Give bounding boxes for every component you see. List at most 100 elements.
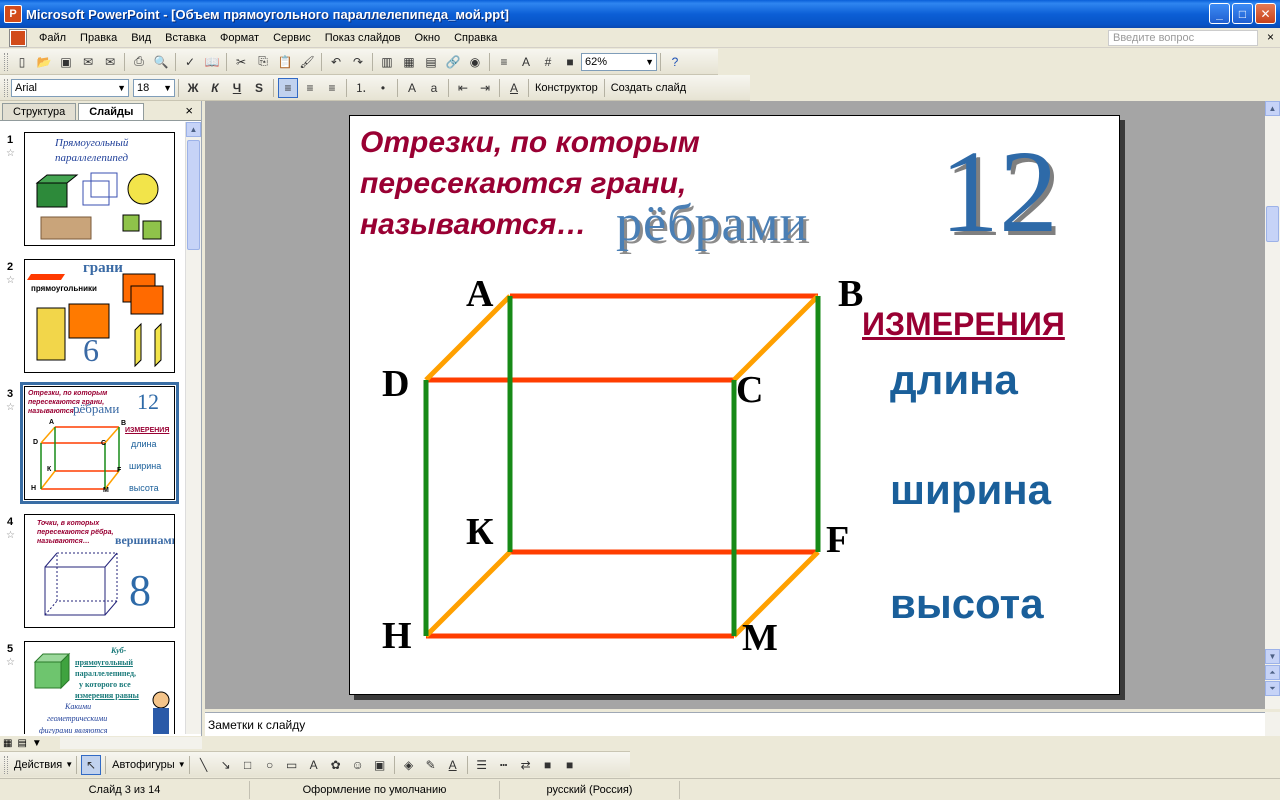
toolbar-grip[interactable] (4, 52, 8, 71)
slides-pane-scrollbar[interactable]: ▲ (185, 122, 201, 734)
notes-pane[interactable]: Заметки к слайду (205, 712, 1265, 736)
print-preview-icon[interactable]: 🔍 (151, 52, 171, 72)
diagram-icon[interactable]: ✿ (326, 755, 346, 775)
picture-icon[interactable]: ▣ (370, 755, 390, 775)
menu-help[interactable]: Справка (447, 32, 504, 44)
rectangle-icon[interactable]: □ (238, 755, 258, 775)
print-icon[interactable]: ⎙ (129, 52, 149, 72)
slide-editor-scrollbar[interactable]: ▲ ▼ ⏶ ⏷ (1265, 101, 1280, 709)
open-icon[interactable]: 📂 (34, 52, 54, 72)
toolbar-grip[interactable] (4, 755, 8, 774)
designer-button[interactable]: Конструктор (532, 82, 601, 94)
close-button[interactable]: ✕ (1255, 3, 1276, 24)
permission-icon[interactable]: ✉ (78, 52, 98, 72)
tab-slides[interactable]: Слайды (78, 103, 145, 120)
expand-all-icon[interactable]: ≡ (494, 52, 514, 72)
font-combo[interactable]: Arial ▼ (11, 78, 129, 97)
new-icon[interactable]: ▯ (12, 52, 32, 72)
underline-button[interactable]: Ч (227, 78, 247, 98)
menu-format[interactable]: Формат (213, 32, 266, 44)
shadow-style-icon[interactable]: ■ (538, 755, 558, 775)
line-style-icon[interactable]: ☰ (472, 755, 492, 775)
decrease-font-icon[interactable]: a (424, 78, 444, 98)
previous-slide-icon[interactable]: ⏶ (1265, 665, 1280, 680)
grid-icon[interactable]: # (538, 52, 558, 72)
insert-picture-icon[interactable]: ◉ (465, 52, 485, 72)
menu-view[interactable]: Вид (124, 32, 158, 44)
tab-outline[interactable]: Структура (2, 103, 77, 120)
document-close-icon[interactable]: × (1267, 30, 1274, 44)
powerpoint-app-icon[interactable]: P (4, 5, 22, 23)
undo-icon[interactable]: ↶ (326, 52, 346, 72)
normal-view-icon[interactable]: ▦ (3, 738, 12, 749)
actions-menu[interactable]: Действия (11, 759, 65, 771)
line-color-icon[interactable]: ✎ (421, 755, 441, 775)
document-icon[interactable] (9, 28, 27, 47)
align-center-icon[interactable]: ≡ (300, 78, 320, 98)
show-formatting-icon[interactable]: A (516, 52, 536, 72)
decrease-indent-icon[interactable]: ⇤ (453, 78, 473, 98)
3d-style-icon[interactable]: ■ (560, 755, 580, 775)
insert-chart-icon[interactable]: ▥ (377, 52, 397, 72)
increase-indent-icon[interactable]: ⇥ (475, 78, 495, 98)
slide-sorter-icon[interactable]: ▤ (17, 738, 26, 749)
italic-button[interactable]: К (205, 78, 225, 98)
pane-close-icon[interactable]: × (185, 103, 193, 118)
align-right-icon[interactable]: ≡ (322, 78, 342, 98)
menu-edit[interactable]: Правка (73, 32, 124, 44)
slideshow-view-icon[interactable]: ▼ (32, 738, 42, 749)
scroll-down-icon[interactable]: ▼ (1265, 649, 1280, 664)
maximize-button[interactable]: □ (1232, 3, 1253, 24)
wordart-icon[interactable]: A (304, 755, 324, 775)
minimize-button[interactable]: _ (1209, 3, 1230, 24)
scroll-thumb[interactable] (1266, 206, 1279, 242)
color-grayscale-icon[interactable]: ■ (560, 52, 580, 72)
dash-style-icon[interactable]: ┅ (494, 755, 514, 775)
menu-insert[interactable]: Вставка (158, 32, 213, 44)
fill-color-icon[interactable]: ◈ (399, 755, 419, 775)
clipart-icon[interactable]: ☺ (348, 755, 368, 775)
align-left-icon[interactable]: ≡ (278, 77, 298, 98)
ask-question-input[interactable]: Введите вопрос (1108, 30, 1258, 46)
menu-file[interactable]: Файл (32, 32, 73, 44)
bold-button[interactable]: Ж (183, 78, 203, 98)
paste-icon[interactable]: 📋 (275, 52, 295, 72)
bullets-icon[interactable]: • (373, 78, 393, 98)
redo-icon[interactable]: ↷ (348, 52, 368, 72)
shadow-button[interactable]: S (249, 78, 269, 98)
research-icon[interactable]: 📖 (202, 52, 222, 72)
line-icon[interactable]: ╲ (194, 755, 214, 775)
notes-scrollbar[interactable] (1265, 712, 1280, 736)
save-icon[interactable]: ▣ (56, 52, 76, 72)
spelling-icon[interactable]: ✓ (180, 52, 200, 72)
dimensions-heading[interactable]: ИЗМЕРЕНИЯ (862, 306, 1065, 343)
scroll-up-icon[interactable]: ▲ (1265, 101, 1280, 116)
zoom-combo[interactable]: 62% ▼ (581, 52, 657, 71)
help-icon[interactable]: ? (665, 52, 685, 72)
insert-table-icon[interactable]: ▦ (399, 52, 419, 72)
select-objects-icon[interactable]: ↖ (81, 754, 102, 775)
menu-window[interactable]: Окно (408, 32, 448, 44)
toolbar-grip[interactable] (4, 78, 8, 97)
autoshapes-menu[interactable]: Автофигуры (109, 759, 178, 771)
arrow-style-icon[interactable]: ⇄ (516, 755, 536, 775)
oval-icon[interactable]: ○ (260, 755, 280, 775)
menu-slideshow[interactable]: Показ слайдов (318, 32, 408, 44)
insert-hyperlink-icon[interactable]: 🔗 (443, 52, 463, 72)
menu-tools[interactable]: Сервис (266, 32, 318, 44)
email-icon[interactable]: ✉ (100, 52, 120, 72)
increase-font-icon[interactable]: A (402, 78, 422, 98)
scroll-up-icon[interactable]: ▲ (186, 122, 201, 137)
dimension-height[interactable]: высота (890, 580, 1044, 628)
tables-borders-icon[interactable]: ▤ (421, 52, 441, 72)
font-color-icon[interactable]: A (443, 755, 463, 775)
dimension-length[interactable]: длина (890, 356, 1018, 404)
new-slide-button[interactable]: Создать слайд (608, 82, 689, 94)
scroll-thumb[interactable] (187, 140, 200, 250)
numbering-icon[interactable]: ⒈ (351, 78, 371, 98)
cut-icon[interactable]: ✂ (231, 52, 251, 72)
format-painter-icon[interactable]: 🖌 (297, 52, 317, 72)
next-slide-icon[interactable]: ⏷ (1265, 681, 1280, 696)
dimension-width[interactable]: ширина (890, 466, 1051, 514)
horizontal-scrollbar[interactable] (60, 737, 202, 749)
